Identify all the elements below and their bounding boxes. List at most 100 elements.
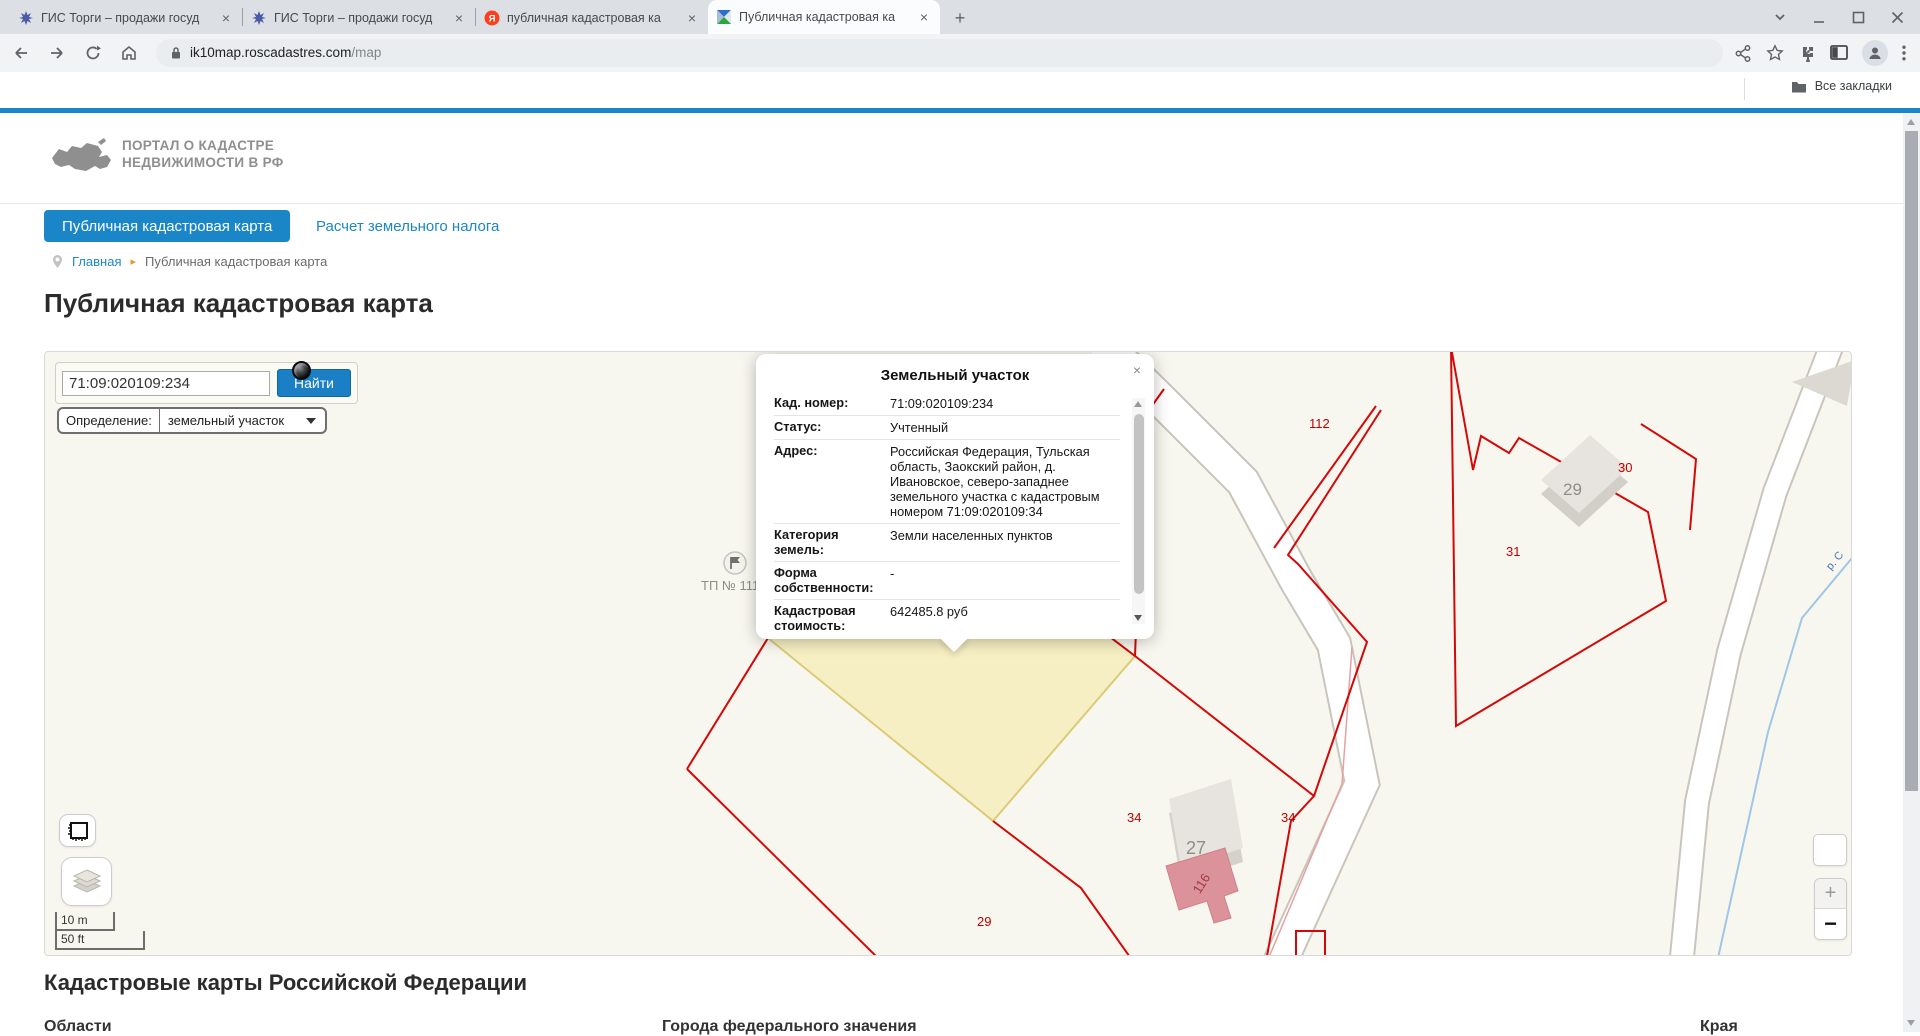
- minimize-icon[interactable]: [1813, 11, 1826, 24]
- map-label: 34: [1281, 810, 1295, 825]
- share-icon[interactable]: [1735, 45, 1752, 62]
- new-tab-button[interactable]: +: [946, 4, 974, 32]
- extensions-puzzle-icon[interactable]: [1798, 44, 1816, 62]
- popup-row: Статус:Учтенный: [774, 415, 1120, 439]
- side-panel-icon[interactable]: [1830, 45, 1848, 61]
- forward-button[interactable]: [42, 38, 72, 68]
- popup-row-value: -: [886, 566, 1120, 595]
- cadastral-number-input[interactable]: [62, 371, 270, 396]
- gis-torgi-favicon: [251, 10, 267, 26]
- footer-column-kraya[interactable]: Края: [1700, 1018, 1738, 1036]
- scroll-down-arrow-icon[interactable]: [1907, 1020, 1915, 1026]
- browser-tab-bar: ГИС Торги – продажи госуд × ГИС Торги – …: [0, 0, 1920, 34]
- layers-button[interactable]: [61, 857, 112, 906]
- page-scrollbar[interactable]: [1903, 113, 1920, 1032]
- url-path: /map: [351, 45, 381, 60]
- tab-search-chevron-icon[interactable]: [1773, 10, 1787, 24]
- tab-yandex-search[interactable]: Я публичная кадастровая ка ×: [476, 1, 708, 34]
- tab-close-icon[interactable]: ×: [916, 9, 932, 25]
- breadcrumb-arrow-icon: ▸: [130, 255, 136, 268]
- tab-pkk-active[interactable]: Публичная кадастровая ка ×: [708, 0, 940, 34]
- chevron-down-icon: [306, 418, 316, 424]
- tab-title: Публичная кадастровая ка: [739, 10, 909, 24]
- nav-tab-cadastral-map[interactable]: Публичная кадастровая карта: [44, 210, 290, 242]
- folder-icon: [1791, 80, 1807, 93]
- breadcrumb-current: Публичная кадастровая карта: [145, 254, 327, 269]
- reload-button[interactable]: [78, 38, 108, 68]
- popup-scrollbar-thumb[interactable]: [1134, 414, 1144, 594]
- page-title: Публичная кадастровая карта: [44, 288, 433, 319]
- popup-row-label: Форма собственности:: [774, 566, 886, 595]
- logo-line1: ПОРТАЛ О КАДАСТРЕ: [122, 137, 284, 154]
- maximize-icon[interactable]: [1852, 11, 1865, 24]
- popup-scroll-up-icon[interactable]: [1134, 401, 1142, 407]
- yandex-favicon: Я: [484, 10, 500, 26]
- breadcrumb-home-link[interactable]: Главная: [72, 254, 121, 269]
- fullscreen-button[interactable]: [1813, 834, 1847, 866]
- ruler-icon: [67, 821, 89, 841]
- bookmarks-bar: Все закладки: [0, 72, 1920, 108]
- map-label: 29: [977, 914, 991, 929]
- zoom-out-button[interactable]: −: [1815, 909, 1846, 939]
- tab-close-icon[interactable]: ×: [218, 10, 234, 26]
- search-button[interactable]: Найти: [277, 369, 351, 397]
- location-pin-icon: [52, 254, 63, 269]
- footer-column-oblasti[interactable]: Области: [44, 1018, 112, 1036]
- popup-row-label: Кадастровая стоимость:: [774, 604, 886, 631]
- nav-link-land-tax[interactable]: Расчет земельного налога: [316, 210, 499, 242]
- scrollbar-thumb[interactable]: [1905, 131, 1918, 791]
- popup-row-label: Категория земель:: [774, 528, 886, 557]
- map-label: 34: [1127, 810, 1141, 825]
- popup-close-icon[interactable]: ×: [1133, 362, 1141, 378]
- gis-torgi-favicon: [18, 10, 34, 26]
- tab-close-icon[interactable]: ×: [451, 10, 467, 26]
- map-search-panel: Найти: [55, 362, 358, 404]
- nav-divider: [0, 203, 1903, 204]
- scale-imperial: 50 ft: [55, 931, 145, 950]
- footer-column-federal-cities[interactable]: Города федерального значения: [662, 1018, 917, 1036]
- popup-scrollbar[interactable]: [1132, 398, 1145, 624]
- site-accent-bar: [0, 108, 1920, 113]
- popup-row-label: Кад. номер:: [774, 396, 886, 411]
- popup-row: Кадастровая стоимость:642485.8 руб: [774, 599, 1120, 631]
- tab-title: ГИС Торги – продажи госуд: [274, 11, 444, 25]
- bookmarks-divider: [1744, 78, 1745, 100]
- tab-title: ГИС Торги – продажи госуд: [41, 11, 211, 25]
- popup-row-value: 642485.8 руб: [886, 604, 1120, 631]
- all-bookmarks-button[interactable]: Все закладки: [1791, 79, 1892, 93]
- popup-row: Категория земель:Земли населенных пункто…: [774, 523, 1120, 561]
- address-bar[interactable]: ik10map.roscadastres.com/map: [156, 39, 1723, 67]
- cadastral-map[interactable]: 11230313434292927116ТП № 1110р. С Найти …: [44, 351, 1852, 956]
- tab-close-icon[interactable]: ×: [684, 10, 700, 26]
- parcel-info-popup: Земельный участок × Кад. номер:71:09:020…: [756, 354, 1154, 639]
- buildings: [1166, 360, 1852, 923]
- object-type-filter[interactable]: Определение: земельный участок: [57, 407, 327, 434]
- tab-title: публичная кадастровая ка: [507, 11, 677, 25]
- site-logo[interactable]: ПОРТАЛ О КАДАСТРЕ НЕДВИЖИМОСТИ В РФ: [48, 132, 284, 176]
- back-button[interactable]: [6, 38, 36, 68]
- station-flag-icon: [724, 552, 746, 574]
- profile-avatar[interactable]: [1862, 40, 1888, 66]
- map-label: 27: [1186, 838, 1206, 859]
- popup-row-value: Земли населенных пунктов: [886, 528, 1120, 557]
- menu-kebab-icon[interactable]: [1902, 45, 1906, 61]
- popup-row: Форма собственности:-: [774, 561, 1120, 599]
- popup-row-value: Российская Федерация, Тульская область, …: [886, 444, 1120, 519]
- close-window-icon[interactable]: [1891, 11, 1904, 24]
- scroll-up-arrow-icon[interactable]: [1907, 119, 1915, 125]
- lock-icon: [170, 46, 182, 60]
- zoom-control: + −: [1814, 878, 1847, 940]
- map-scale-control: 10 m 50 ft: [55, 912, 145, 950]
- logo-line2: НЕДВИЖИМОСТИ В РФ: [122, 154, 284, 171]
- popup-row-label: Статус:: [774, 420, 886, 435]
- measure-tool-button[interactable]: [59, 814, 96, 847]
- tab-gis-torgi-2[interactable]: ГИС Торги – продажи госуд ×: [243, 1, 475, 34]
- popup-scroll-down-icon[interactable]: [1134, 615, 1142, 621]
- bookmark-star-icon[interactable]: [1766, 44, 1784, 62]
- map-label: 29: [1563, 480, 1582, 500]
- home-button[interactable]: [114, 38, 144, 68]
- all-bookmarks-label: Все закладки: [1815, 79, 1892, 93]
- popup-row-value: 71:09:020109:234: [886, 396, 1120, 411]
- tab-gis-torgi-1[interactable]: ГИС Торги – продажи госуд ×: [10, 1, 242, 34]
- zoom-in-button[interactable]: +: [1815, 879, 1846, 909]
